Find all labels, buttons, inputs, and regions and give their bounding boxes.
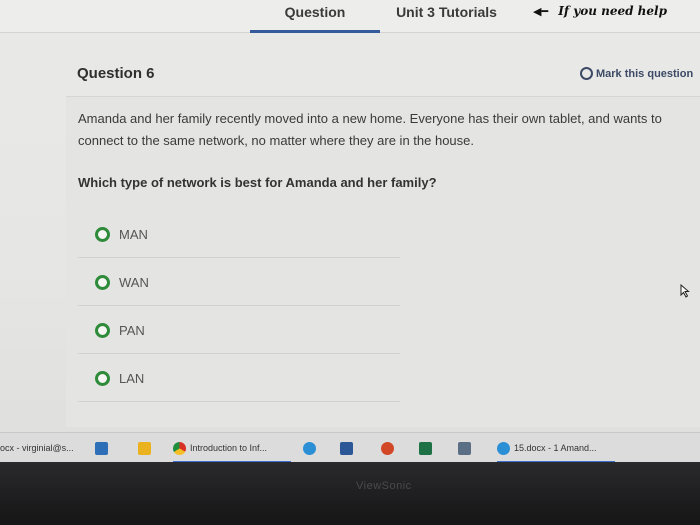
taskbar-app-icon[interactable] (381, 440, 394, 456)
top-nav: Question Unit 3 Tutorials ◀━ If you need… (0, 0, 700, 33)
radio-icon[interactable] (95, 226, 110, 242)
powerpoint-icon (381, 441, 394, 455)
question-body: Amanda and her family recently moved int… (78, 111, 662, 148)
mark-question-label: Mark this question (596, 67, 694, 80)
excel-icon (419, 441, 432, 455)
tab-unit3-tutorials[interactable]: Unit 3 Tutorials (384, 0, 509, 30)
option-label: LAN (119, 370, 145, 386)
taskbar: ocx - virginial@s... Introduction to Inf… (0, 432, 700, 463)
option-lan[interactable]: LAN (78, 355, 400, 402)
taskbar-app-icon[interactable] (303, 440, 316, 456)
taskbar-item-label: ocx - virginial@s... (0, 443, 74, 453)
word-icon (340, 441, 353, 455)
taskbar-item-chrome[interactable]: Introduction to Inf... (173, 440, 267, 456)
taskbar-app-icon[interactable] (340, 440, 353, 456)
option-label: PAN (119, 322, 145, 338)
help-note: ◀━ If you need help (533, 4, 667, 18)
taskbar-app-icon[interactable] (458, 440, 471, 456)
calculator-icon (458, 441, 471, 455)
taskbar-app-icon[interactable] (138, 440, 151, 456)
question-title: Question 6 (77, 65, 155, 82)
mark-question-button[interactable]: Mark this question (580, 67, 693, 80)
browser-window: Question Unit 3 Tutorials ◀━ If you need… (0, 0, 700, 440)
taskbar-item-label: Introduction to Inf... (190, 443, 268, 453)
option-man[interactable]: MAN (78, 211, 400, 258)
radio-icon[interactable] (95, 322, 110, 338)
tab-question[interactable]: Question (250, 0, 380, 33)
monitor-bezel (0, 462, 700, 525)
circle-icon (580, 67, 593, 80)
ie-icon (303, 441, 316, 455)
taskbar-app-icon[interactable] (419, 440, 432, 456)
help-note-text: If you need help (558, 4, 667, 18)
radio-icon[interactable] (95, 370, 110, 386)
mouse-cursor-icon (680, 284, 690, 298)
taskbar-app-icon[interactable] (95, 440, 108, 456)
monitor-brand: ViewSonic (356, 480, 412, 492)
radio-icon[interactable] (95, 274, 110, 290)
taskbar-item-mail[interactable]: ocx - virginial@s... (0, 440, 74, 456)
option-label: MAN (119, 226, 148, 242)
option-label: WAN (119, 274, 149, 290)
option-pan[interactable]: PAN (78, 307, 400, 354)
edge-icon (497, 441, 510, 455)
taskbar-item-doc[interactable]: 15.docx - 1 Amand... (497, 440, 597, 456)
question-prompt: Which type of network is best for Amanda… (78, 175, 437, 190)
taskbar-item-label: 15.docx - 1 Amand... (514, 443, 597, 453)
option-wan[interactable]: WAN (78, 259, 400, 306)
app-icon (95, 441, 108, 455)
chrome-icon (173, 441, 186, 455)
arrow-left-icon: ◀━ (533, 5, 549, 18)
app-icon (138, 441, 151, 455)
